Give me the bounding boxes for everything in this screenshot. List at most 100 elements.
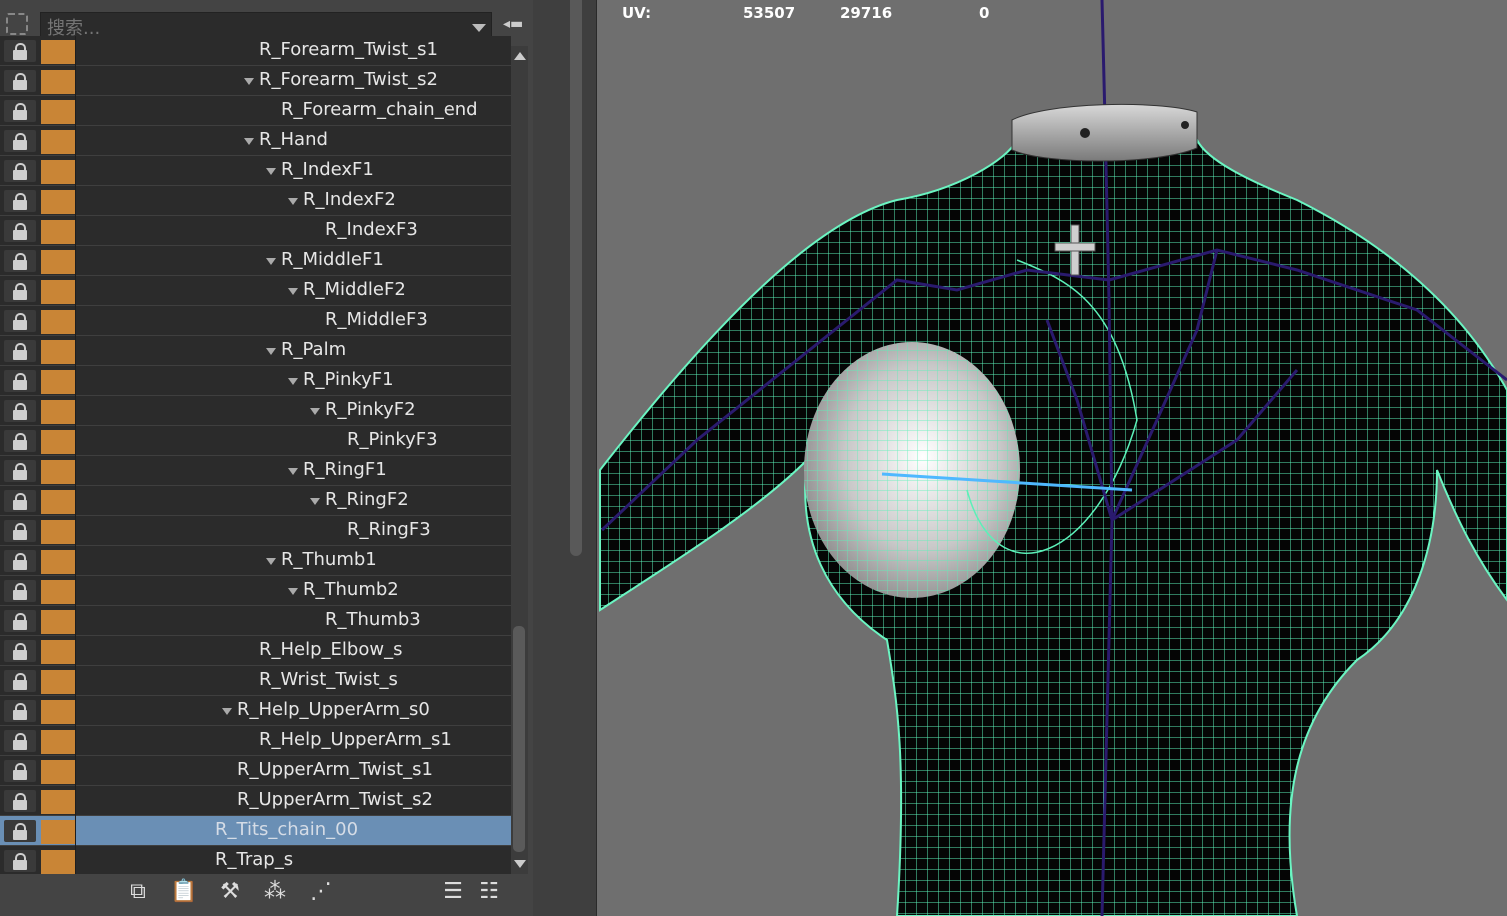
- outliner-item-label: R_Help_UpperArm_s0: [237, 699, 430, 720]
- expand-arrow-icon[interactable]: [266, 168, 276, 175]
- expand-arrow-icon[interactable]: [266, 348, 276, 355]
- outliner-row[interactable]: R_IndexF2: [0, 186, 511, 216]
- lock-icon[interactable]: [4, 430, 36, 452]
- outliner-row[interactable]: R_PinkyF2: [0, 396, 511, 426]
- row-divider: [75, 156, 76, 186]
- lock-icon[interactable]: [4, 610, 36, 632]
- lock-icon[interactable]: [4, 820, 36, 842]
- lock-icon[interactable]: [4, 550, 36, 572]
- outliner-row[interactable]: R_MiddleF3: [0, 306, 511, 336]
- lock-icon[interactable]: [4, 850, 36, 872]
- expand-arrow-icon[interactable]: [288, 468, 298, 475]
- outliner-row[interactable]: R_Thumb3: [0, 606, 511, 636]
- outliner-row[interactable]: R_RingF2: [0, 486, 511, 516]
- lock-icon[interactable]: [4, 730, 36, 752]
- outliner-row[interactable]: R_MiddleF2: [0, 276, 511, 306]
- outliner-row[interactable]: R_PinkyF1: [0, 366, 511, 396]
- lock-icon[interactable]: [4, 250, 36, 272]
- chevron-down-icon[interactable]: [472, 24, 486, 32]
- outliner-row[interactable]: R_IndexF3: [0, 216, 511, 246]
- scrollbar-thumb[interactable]: [513, 626, 525, 852]
- outliner-row[interactable]: R_Trap_s: [0, 846, 511, 874]
- outliner-row[interactable]: R_Forearm_Twist_s1: [0, 36, 511, 66]
- joint-color-swatch: [41, 640, 75, 664]
- expand-arrow-icon[interactable]: [310, 498, 320, 505]
- lock-icon[interactable]: [4, 340, 36, 362]
- outliner-row[interactable]: R_IndexF1: [0, 156, 511, 186]
- expand-arrow-icon[interactable]: [310, 408, 320, 415]
- lock-icon[interactable]: [4, 190, 36, 212]
- lock-icon[interactable]: [4, 640, 36, 662]
- scrollbar[interactable]: [511, 46, 528, 874]
- scroll-down-arrow-icon[interactable]: [514, 860, 526, 868]
- lock-icon[interactable]: [4, 160, 36, 182]
- viewport-scene[interactable]: [597, 0, 1507, 916]
- expand-arrow-icon[interactable]: [266, 258, 276, 265]
- outliner-row[interactable]: R_UpperArm_Twist_s1: [0, 756, 511, 786]
- expand-arrow-icon[interactable]: [288, 588, 298, 595]
- body-mesh[interactable]: [599, 139, 1507, 916]
- lock-icon[interactable]: [4, 700, 36, 722]
- hierarchy-icon[interactable]: ⁂: [260, 878, 290, 906]
- expand-arrow-icon[interactable]: [288, 198, 298, 205]
- lock-icon[interactable]: [4, 490, 36, 512]
- row-divider: [75, 246, 76, 276]
- outliner-row[interactable]: R_Wrist_Twist_s: [0, 666, 511, 696]
- lock-icon[interactable]: [4, 220, 36, 242]
- scroll-up-arrow-icon[interactable]: [514, 52, 526, 60]
- lock-icon[interactable]: [4, 40, 36, 62]
- outliner-row[interactable]: R_RingF1: [0, 456, 511, 486]
- outliner-row[interactable]: R_RingF3: [0, 516, 511, 546]
- outliner-row[interactable]: R_Forearm_chain_end: [0, 96, 511, 126]
- lock-icon[interactable]: [4, 370, 36, 392]
- paste-icon[interactable]: 📋: [169, 878, 199, 906]
- lock-icon[interactable]: [4, 70, 36, 92]
- expand-list-icon[interactable]: ☷: [474, 878, 504, 906]
- outliner-row[interactable]: R_Help_UpperArm_s0: [0, 696, 511, 726]
- lock-icon[interactable]: [4, 100, 36, 122]
- node-graph-icon[interactable]: ⋰: [306, 878, 336, 906]
- joint-color-swatch: [41, 460, 75, 484]
- expand-arrow-icon[interactable]: [288, 288, 298, 295]
- splitter-handle[interactable]: [570, 0, 582, 556]
- outliner-row[interactable]: R_PinkyF3: [0, 426, 511, 456]
- outliner-row[interactable]: R_UpperArm_Twist_s2: [0, 786, 511, 816]
- lock-icon[interactable]: [4, 460, 36, 482]
- filter-icon[interactable]: [6, 13, 28, 35]
- lock-icon[interactable]: [4, 280, 36, 302]
- outliner-row[interactable]: R_MiddleF1: [0, 246, 511, 276]
- collapse-list-icon[interactable]: ☰: [438, 878, 468, 906]
- outliner-row[interactable]: R_Thumb2: [0, 576, 511, 606]
- expand-arrow-icon[interactable]: [222, 708, 232, 715]
- lock-icon[interactable]: [4, 520, 36, 542]
- row-divider: [75, 546, 76, 576]
- outliner-row[interactable]: R_Forearm_Twist_s2: [0, 66, 511, 96]
- 3d-viewport[interactable]: UV: 53507 29716 0: [597, 0, 1507, 916]
- lock-icon[interactable]: [4, 130, 36, 152]
- expand-arrow-icon[interactable]: [244, 138, 254, 145]
- lock-icon[interactable]: [4, 670, 36, 692]
- lock-icon[interactable]: [4, 310, 36, 332]
- row-divider: [75, 36, 76, 66]
- lock-icon[interactable]: [4, 580, 36, 602]
- joint-color-swatch: [41, 820, 75, 844]
- panel-splitter[interactable]: [533, 0, 597, 916]
- hammer-icon[interactable]: ⚒: [215, 878, 245, 906]
- lock-icon[interactable]: [4, 760, 36, 782]
- neck-collar[interactable]: [1011, 103, 1198, 162]
- outliner-row[interactable]: R_Help_UpperArm_s1: [0, 726, 511, 756]
- outliner-row[interactable]: R_Thumb1: [0, 546, 511, 576]
- expand-arrow-icon[interactable]: [288, 378, 298, 385]
- outliner-row[interactable]: R_Hand: [0, 126, 511, 156]
- row-divider: [75, 726, 76, 756]
- outliner-row[interactable]: R_Tits_chain_00: [0, 816, 511, 846]
- outliner-row[interactable]: R_Palm: [0, 336, 511, 366]
- lock-icon[interactable]: [4, 400, 36, 422]
- expand-arrow-icon[interactable]: [244, 78, 254, 85]
- outliner-row[interactable]: R_Help_Elbow_s: [0, 636, 511, 666]
- expand-arrow-icon[interactable]: [266, 558, 276, 565]
- lock-icon[interactable]: [4, 790, 36, 812]
- pin-icon[interactable]: ◂▬: [503, 16, 523, 32]
- row-divider: [75, 846, 76, 874]
- copy-icon[interactable]: ⧉: [123, 878, 153, 906]
